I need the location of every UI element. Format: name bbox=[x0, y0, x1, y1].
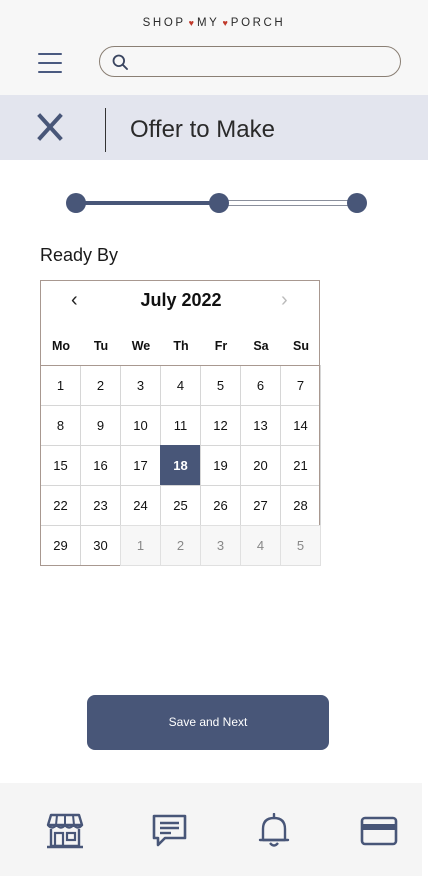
calendar-day[interactable]: 19 bbox=[200, 445, 241, 486]
calendar-day-next-month[interactable]: 2 bbox=[160, 525, 201, 566]
calendar-day[interactable]: 28 bbox=[280, 485, 321, 526]
search-input[interactable] bbox=[136, 51, 391, 73]
progress-stepper bbox=[66, 192, 368, 214]
calendar-day[interactable]: 6 bbox=[240, 365, 281, 406]
calendar-day-next-month[interactable]: 3 bbox=[200, 525, 241, 566]
hamburger-menu-button[interactable] bbox=[38, 53, 62, 73]
heart-icon: ♥ bbox=[188, 18, 194, 28]
save-and-next-button[interactable]: Save and Next bbox=[87, 695, 329, 750]
weekday-header-row: Mo Tu We Th Fr Sa Su bbox=[41, 339, 321, 355]
calendar-day[interactable]: 9 bbox=[80, 405, 121, 446]
heart-icon: ♥ bbox=[222, 18, 228, 28]
calendar-day[interactable]: 2 bbox=[80, 365, 121, 406]
weekday-label: Fr bbox=[214, 339, 228, 353]
calendar-day[interactable]: 13 bbox=[240, 405, 281, 446]
weekday-label: Su bbox=[293, 339, 309, 353]
weekday-label: Mo bbox=[51, 339, 71, 353]
calendar-day[interactable]: 14 bbox=[280, 405, 321, 446]
calendar-day[interactable]: 29 bbox=[40, 525, 81, 566]
calendar-day[interactable]: 26 bbox=[200, 485, 241, 526]
page-title: Offer to Make bbox=[130, 116, 275, 143]
calendar-day[interactable]: 24 bbox=[120, 485, 161, 526]
calendar-day[interactable]: 3 bbox=[120, 365, 161, 406]
payment-card-icon[interactable] bbox=[360, 813, 398, 849]
calendar-day[interactable]: 23 bbox=[80, 485, 121, 526]
page: SHOP♥MY♥PORCH Offer to Make Ready By bbox=[0, 0, 428, 876]
progress-step-3 bbox=[347, 193, 367, 213]
calendar-day[interactable]: 27 bbox=[240, 485, 281, 526]
calendar-day[interactable]: 25 bbox=[160, 485, 201, 526]
calendar-day[interactable]: 11 bbox=[160, 405, 201, 446]
weekday-label: We bbox=[131, 339, 151, 353]
calendar-day[interactable]: 30 bbox=[80, 525, 121, 566]
progress-step-1 bbox=[66, 193, 86, 213]
calendar-day[interactable]: 8 bbox=[40, 405, 81, 446]
calendar-month-title: July 2022 bbox=[140, 290, 222, 310]
notifications-icon[interactable] bbox=[255, 813, 293, 849]
calendar-day[interactable]: 21 bbox=[280, 445, 321, 486]
next-month-button[interactable]: › bbox=[281, 290, 288, 310]
ready-by-label: Ready By bbox=[40, 245, 119, 265]
top-header: SHOP ♥ MY ♥ PORCH bbox=[0, 0, 428, 95]
calendar-day-next-month[interactable]: 1 bbox=[120, 525, 161, 566]
weekday-label: Th bbox=[173, 339, 189, 353]
progress-line-completed bbox=[76, 201, 219, 205]
weekday-label: Sa bbox=[253, 339, 269, 353]
brand-logo[interactable]: SHOP ♥ MY ♥ PORCH bbox=[0, 17, 428, 29]
close-icon[interactable] bbox=[37, 113, 63, 141]
calendar-day[interactable]: 15 bbox=[40, 445, 81, 486]
calendar-day[interactable]: 1 bbox=[40, 365, 81, 406]
search-icon bbox=[112, 54, 128, 70]
calendar-day[interactable]: 22 bbox=[40, 485, 81, 526]
storefront-icon[interactable] bbox=[46, 813, 84, 849]
brand-word-2: MY bbox=[197, 17, 220, 29]
calendar-day[interactable]: 17 bbox=[120, 445, 161, 486]
calendar-day-next-month[interactable]: 5 bbox=[280, 525, 321, 566]
search-bar[interactable] bbox=[99, 46, 401, 77]
calendar-day-grid: 1 2 3 4 5 6 7 8 9 10 11 12 13 14 15 16 1… bbox=[40, 365, 321, 566]
progress-step-2 bbox=[209, 193, 229, 213]
brand-word-1: SHOP bbox=[142, 17, 186, 29]
menu-bar-icon bbox=[38, 62, 62, 64]
weekday-label: Tu bbox=[93, 339, 109, 353]
brand-word-3: PORCH bbox=[230, 17, 286, 29]
menu-bar-icon bbox=[38, 71, 62, 73]
calendar-header: ‹ July 2022 › Mo Tu We Th Fr Sa Su bbox=[40, 280, 320, 366]
title-divider bbox=[105, 108, 106, 152]
messages-icon[interactable] bbox=[151, 813, 189, 849]
date-picker: ‹ July 2022 › Mo Tu We Th Fr Sa Su 1 2 3… bbox=[40, 280, 321, 566]
menu-bar-icon bbox=[38, 53, 62, 55]
calendar-day[interactable]: 12 bbox=[200, 405, 241, 446]
calendar-day-next-month[interactable]: 4 bbox=[240, 525, 281, 566]
calendar-day[interactable]: 20 bbox=[240, 445, 281, 486]
calendar-day[interactable]: 5 bbox=[200, 365, 241, 406]
progress-line-remaining bbox=[219, 200, 357, 206]
calendar-day[interactable]: 7 bbox=[280, 365, 321, 406]
calendar-day[interactable]: 4 bbox=[160, 365, 201, 406]
calendar-day[interactable]: 16 bbox=[80, 445, 121, 486]
calendar-day-selected[interactable]: 18 bbox=[160, 445, 201, 486]
calendar-day[interactable]: 10 bbox=[120, 405, 161, 446]
